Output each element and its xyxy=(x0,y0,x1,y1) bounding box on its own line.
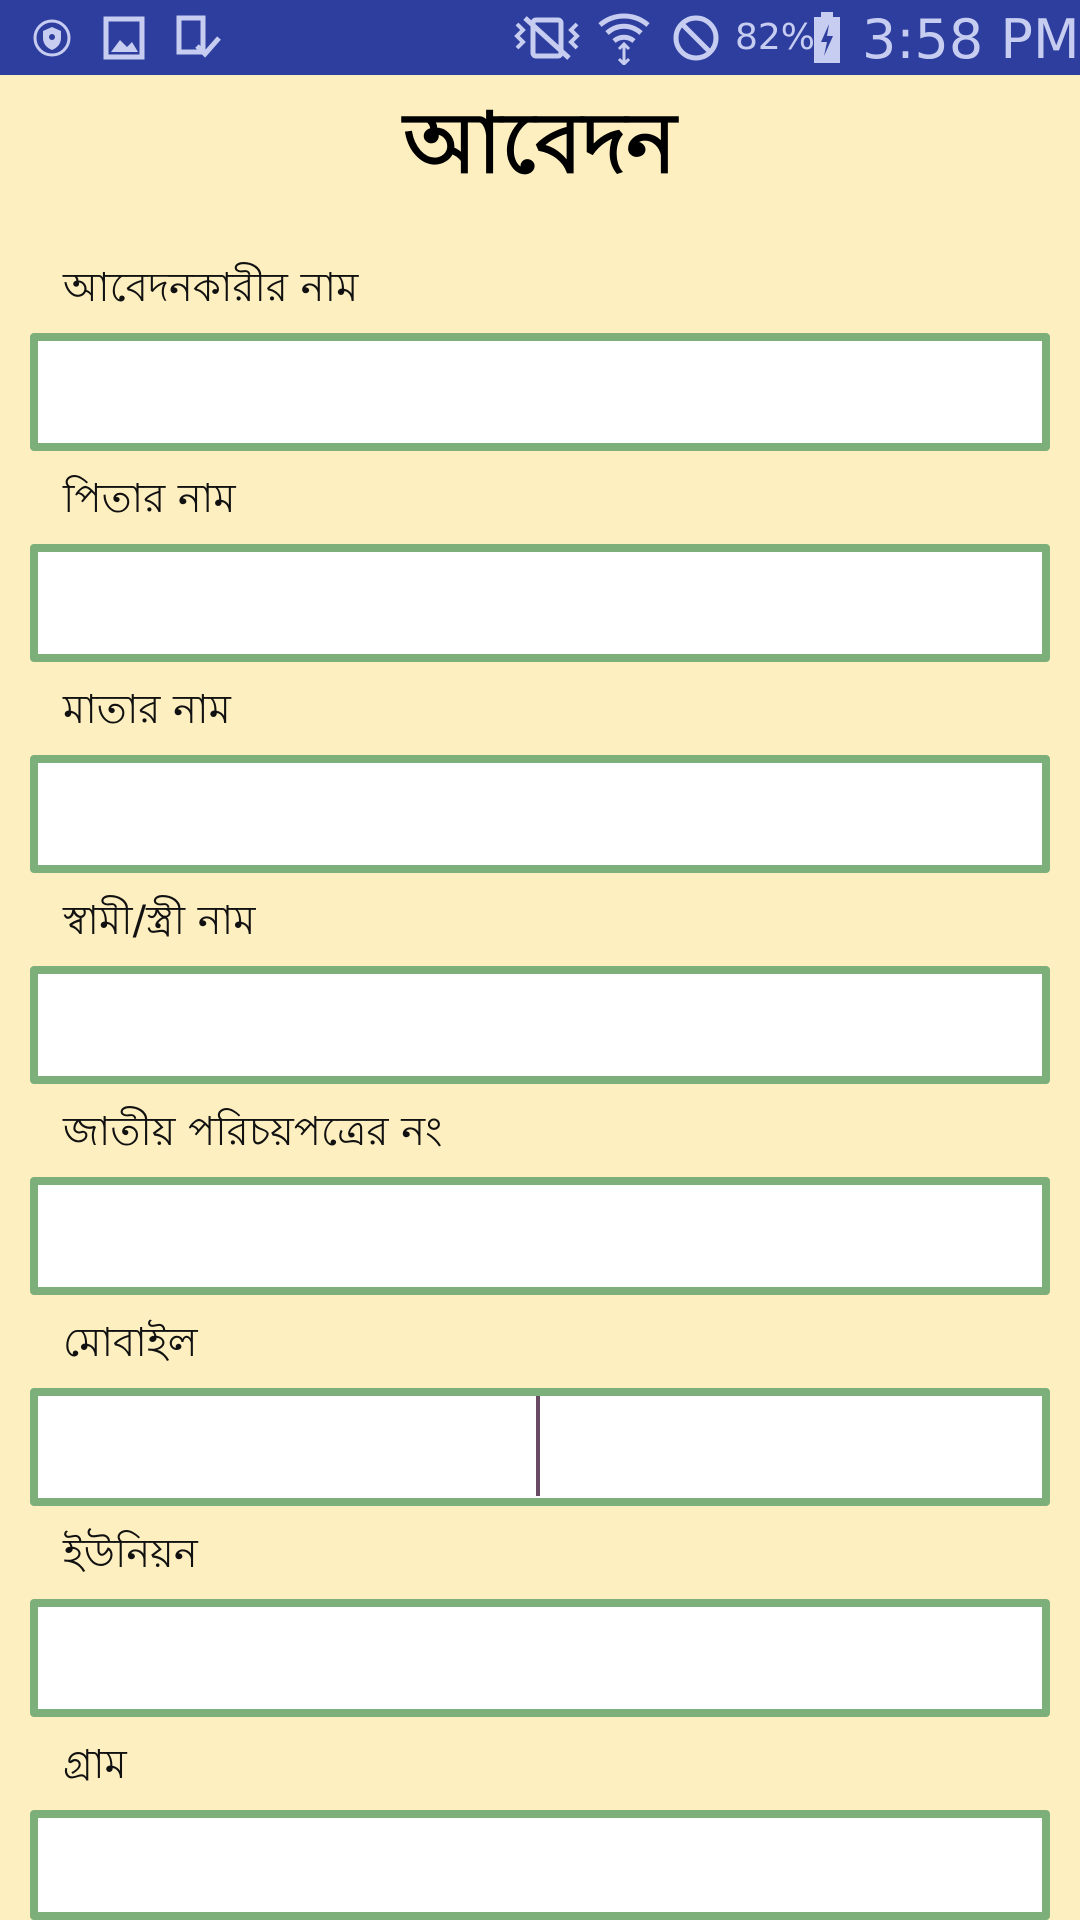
father-name-input[interactable] xyxy=(30,544,1050,662)
mother-name-label: মাতার নাম xyxy=(63,687,231,733)
applicant-name-label: আবেদনকারীর নাম xyxy=(63,265,359,311)
status-bar: 82% 3:58 PM xyxy=(0,0,1080,75)
spouse-name-label: স্বামী/স্ত্রী নাম xyxy=(63,898,256,944)
village-label: গ্রাম xyxy=(63,1742,127,1788)
national-id-label: জাতীয় পরিচয়পত্রের নং xyxy=(63,1109,443,1155)
father-name-label: পিতার নাম xyxy=(63,476,236,522)
applicant-name-input[interactable] xyxy=(30,333,1050,451)
village-input[interactable] xyxy=(30,1810,1050,1920)
wifi-icon xyxy=(596,10,652,65)
mobile-input[interactable] xyxy=(30,1388,1050,1506)
spouse-name-input[interactable] xyxy=(30,966,1050,1084)
clock: 3:58 PM xyxy=(862,8,1080,71)
mother-name-input[interactable] xyxy=(30,755,1050,873)
union-label: ইউনিয়ন xyxy=(63,1531,198,1577)
vibrate-icon xyxy=(510,10,584,65)
do-not-disturb-icon xyxy=(670,10,722,65)
page-title: আবেদন xyxy=(403,94,677,192)
screenshot-icon xyxy=(174,10,224,65)
mobile-label: মোবাইল xyxy=(63,1320,198,1366)
battery-charging-icon xyxy=(812,10,842,65)
text-cursor xyxy=(536,1396,540,1496)
image-icon xyxy=(102,10,146,65)
battery-percent: 82% xyxy=(735,17,816,58)
union-input[interactable] xyxy=(30,1599,1050,1717)
national-id-input[interactable] xyxy=(30,1177,1050,1295)
shield-icon xyxy=(30,10,74,65)
